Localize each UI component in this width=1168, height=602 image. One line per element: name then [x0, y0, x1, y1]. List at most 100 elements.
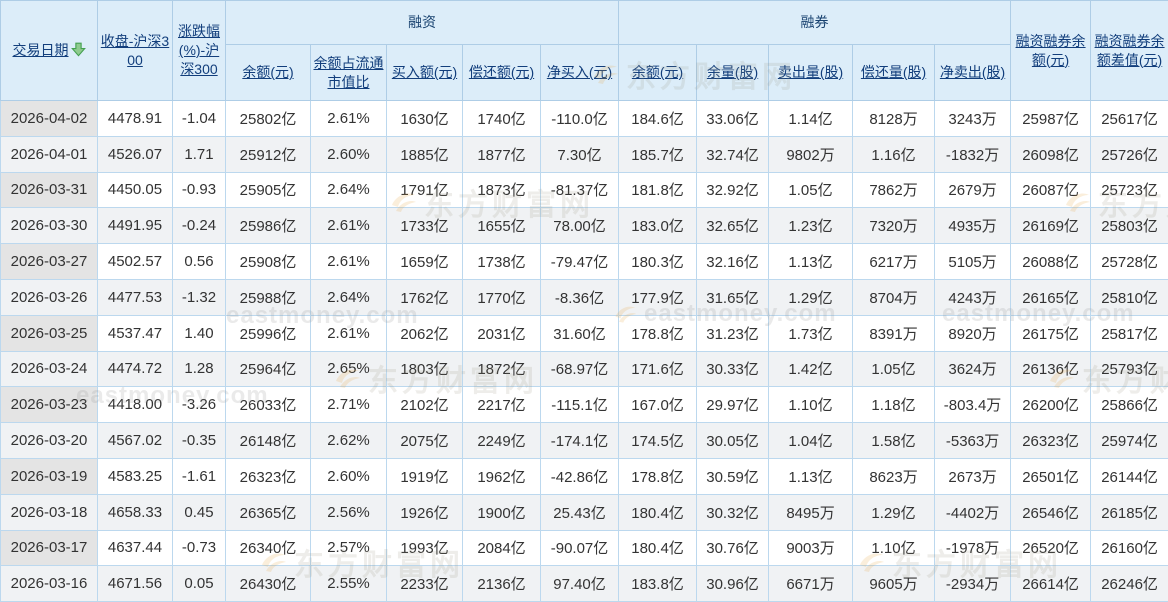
- cell-trade_date: 2026-04-01: [1, 136, 98, 172]
- cell-rz_balance_ratio: 2.65%: [311, 351, 387, 387]
- cell-rq_balance: 184.6亿: [619, 101, 697, 137]
- column-header-rz-balance[interactable]: 余额(元): [226, 45, 311, 101]
- cell-rz_net_buy: -90.07亿: [541, 530, 619, 566]
- column-header-rzrq-balance-diff[interactable]: 融资融券余额差值(元): [1091, 1, 1168, 101]
- cell-rq_repay_volume: 1.29亿: [853, 494, 935, 530]
- close-hs300-header-label: 收盘-沪深300: [101, 33, 169, 68]
- cell-rq_volume: 30.05亿: [697, 423, 769, 459]
- cell-rz_balance_ratio: 2.55%: [311, 566, 387, 602]
- cell-rz_balance_ratio: 2.57%: [311, 530, 387, 566]
- cell-rq_net_sell: 4243万: [935, 279, 1011, 315]
- column-header-rq-volume[interactable]: 余量(股): [697, 45, 769, 101]
- cell-rq_volume: 30.59亿: [697, 458, 769, 494]
- cell-rq_repay_volume: 6217万: [853, 244, 935, 280]
- column-header-rz-repay[interactable]: 偿还额(元): [463, 45, 541, 101]
- column-header-rz-net-buy[interactable]: 净买入(元): [541, 45, 619, 101]
- cell-rq_net_sell: -1832万: [935, 136, 1011, 172]
- cell-rq_balance: 185.7亿: [619, 136, 697, 172]
- cell-rq_sell_volume: 9003万: [769, 530, 853, 566]
- cell-rzrq_balance_diff: 25793亿: [1091, 351, 1168, 387]
- column-header-rq-balance[interactable]: 余额(元): [619, 45, 697, 101]
- cell-rz_net_buy: 31.60亿: [541, 315, 619, 351]
- cell-rzrq_balance: 26088亿: [1011, 244, 1091, 280]
- cell-rz_balance: 26365亿: [226, 494, 311, 530]
- cell-rq_net_sell: -4402万: [935, 494, 1011, 530]
- rzrq-balance-diff-header-label: 融资融券余额差值(元): [1095, 33, 1165, 68]
- cell-change_pct_hs300: -0.24: [173, 208, 226, 244]
- column-header-close-hs300[interactable]: 收盘-沪深300: [98, 1, 173, 101]
- cell-rz_balance_ratio: 2.61%: [311, 208, 387, 244]
- cell-rq_repay_volume: 1.05亿: [853, 351, 935, 387]
- cell-rq_net_sell: 2679万: [935, 172, 1011, 208]
- cell-rq_repay_volume: 8623万: [853, 458, 935, 494]
- cell-rq_repay_volume: 7862万: [853, 172, 935, 208]
- column-header-rz-balance-ratio[interactable]: 余额占流通市值比: [311, 45, 387, 101]
- cell-rz_net_buy: -8.36亿: [541, 279, 619, 315]
- cell-rzrq_balance_diff: 26144亿: [1091, 458, 1168, 494]
- cell-rq_volume: 33.06亿: [697, 101, 769, 137]
- cell-rq_repay_volume: 8704万: [853, 279, 935, 315]
- cell-trade_date: 2026-03-26: [1, 279, 98, 315]
- cell-rz_repay: 1900亿: [463, 494, 541, 530]
- cell-trade_date: 2026-03-18: [1, 494, 98, 530]
- rq-volume-header-label: 余量(股): [707, 64, 758, 80]
- column-header-rq-sell-volume[interactable]: 卖出量(股): [769, 45, 853, 101]
- cell-rz_repay: 1740亿: [463, 101, 541, 137]
- cell-rz_balance: 25802亿: [226, 101, 311, 137]
- cell-trade_date: 2026-03-24: [1, 351, 98, 387]
- cell-rz_buy: 1659亿: [387, 244, 463, 280]
- cell-rq_balance: 180.4亿: [619, 494, 697, 530]
- cell-rz_net_buy: 7.30亿: [541, 136, 619, 172]
- table-row: 2026-03-304491.95-0.2425986亿2.61%1733亿16…: [1, 208, 1168, 244]
- cell-rz_net_buy: -81.37亿: [541, 172, 619, 208]
- group-header-securities-lending: 融券: [619, 1, 1011, 45]
- cell-rq_volume: 31.23亿: [697, 315, 769, 351]
- margin-trading-page: 交易日期 收盘-沪深300 涨跌幅(%)-沪深300 融资 融券 融资融券余额(…: [0, 0, 1168, 601]
- column-header-rz-buy[interactable]: 买入额(元): [387, 45, 463, 101]
- cell-rq_net_sell: 3624万: [935, 351, 1011, 387]
- cell-close_hs300: 4502.57: [98, 244, 173, 280]
- table-row: 2026-03-234418.00-3.2626033亿2.71%2102亿22…: [1, 387, 1168, 423]
- cell-rz_buy: 2062亿: [387, 315, 463, 351]
- cell-rz_net_buy: -174.1亿: [541, 423, 619, 459]
- cell-rz_balance: 25964亿: [226, 351, 311, 387]
- cell-rzrq_balance: 26546亿: [1011, 494, 1091, 530]
- column-header-rq-net-sell[interactable]: 净卖出(股): [935, 45, 1011, 101]
- cell-rz_repay: 2136亿: [463, 566, 541, 602]
- cell-rq_net_sell: 3243万: [935, 101, 1011, 137]
- sort-desc-icon: [71, 42, 86, 57]
- cell-rq_balance: 178.8亿: [619, 315, 697, 351]
- table-row: 2026-03-314450.05-0.9325905亿2.64%1791亿18…: [1, 172, 1168, 208]
- column-header-rq-repay-volume[interactable]: 偿还量(股): [853, 45, 935, 101]
- column-header-trade-date[interactable]: 交易日期: [1, 1, 98, 101]
- cell-rz_repay: 2031亿: [463, 315, 541, 351]
- cell-change_pct_hs300: -3.26: [173, 387, 226, 423]
- rz-repay-header-label: 偿还额(元): [469, 64, 534, 80]
- cell-rq_sell_volume: 1.73亿: [769, 315, 853, 351]
- cell-rz_buy: 1926亿: [387, 494, 463, 530]
- table-row: 2026-03-264477.53-1.3225988亿2.64%1762亿17…: [1, 279, 1168, 315]
- cell-rzrq_balance: 26501亿: [1011, 458, 1091, 494]
- cell-rz_balance: 26323亿: [226, 458, 311, 494]
- cell-rzrq_balance_diff: 25817亿: [1091, 315, 1168, 351]
- cell-rzrq_balance_diff: 25810亿: [1091, 279, 1168, 315]
- cell-rq_volume: 30.96亿: [697, 566, 769, 602]
- cell-rq_net_sell: -1978万: [935, 530, 1011, 566]
- cell-trade_date: 2026-03-19: [1, 458, 98, 494]
- column-header-change-pct-hs300[interactable]: 涨跌幅(%)-沪深300: [173, 1, 226, 101]
- column-header-rzrq-balance[interactable]: 融资融券余额(元): [1011, 1, 1091, 101]
- cell-rzrq_balance: 26200亿: [1011, 387, 1091, 423]
- cell-rz_balance_ratio: 2.61%: [311, 101, 387, 137]
- cell-rq_repay_volume: 1.10亿: [853, 530, 935, 566]
- change-pct-header-label: 涨跌幅(%)-沪深300: [178, 23, 220, 77]
- rq-repay-volume-header-label: 偿还量(股): [861, 64, 926, 80]
- cell-close_hs300: 4491.95: [98, 208, 173, 244]
- cell-rz_balance: 26340亿: [226, 530, 311, 566]
- cell-rz_net_buy: 97.40亿: [541, 566, 619, 602]
- cell-rz_net_buy: -115.1亿: [541, 387, 619, 423]
- cell-rzrq_balance_diff: 25728亿: [1091, 244, 1168, 280]
- cell-rzrq_balance_diff: 25617亿: [1091, 101, 1168, 137]
- cell-close_hs300: 4583.25: [98, 458, 173, 494]
- cell-close_hs300: 4671.56: [98, 566, 173, 602]
- cell-rq_volume: 31.65亿: [697, 279, 769, 315]
